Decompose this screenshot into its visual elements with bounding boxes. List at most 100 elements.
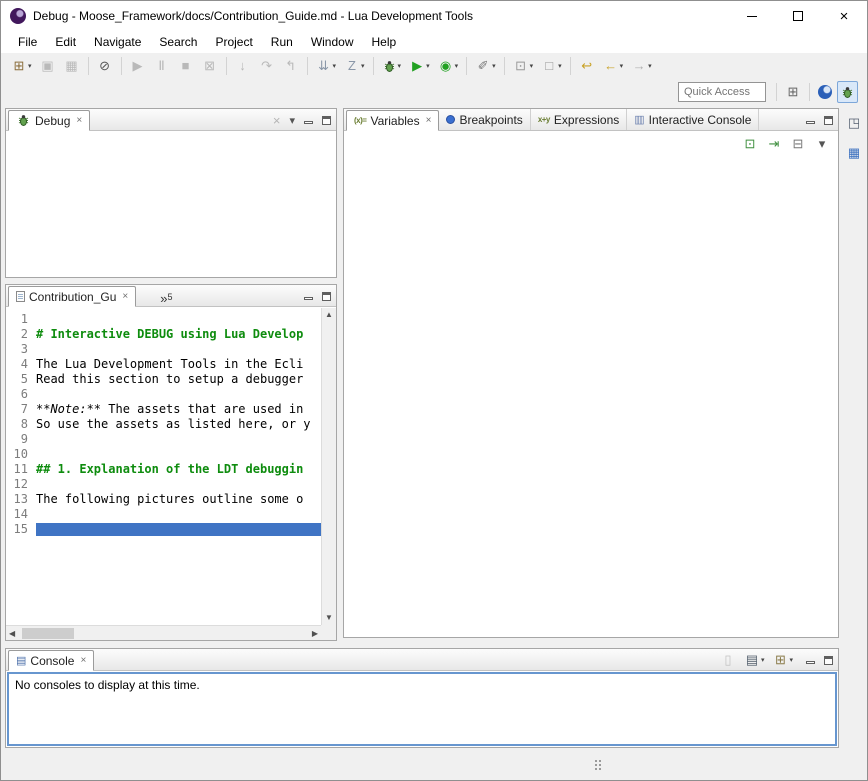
save-all-button[interactable]: ▦: [61, 55, 83, 77]
scroll-up-icon[interactable]: ▲: [325, 310, 333, 320]
tab-debug[interactable]: Debug ×: [8, 110, 90, 131]
show-type-names-button[interactable]: ⇥: [763, 133, 785, 155]
step-over-button[interactable]: ↷: [256, 55, 278, 77]
minimize-view-icon[interactable]: [806, 661, 815, 664]
maximize-view-icon[interactable]: [322, 116, 331, 125]
horizontal-scroll-thumb[interactable]: [22, 628, 74, 639]
editor-line[interactable]: 9: [6, 432, 321, 447]
minimize-window-button[interactable]: [729, 1, 775, 31]
maximize-view-icon[interactable]: [322, 292, 331, 301]
editor-line[interactable]: 12: [6, 477, 321, 492]
scroll-left-icon[interactable]: ◀: [9, 629, 15, 639]
menu-window[interactable]: Window: [302, 32, 363, 52]
editor-line[interactable]: 3: [6, 342, 321, 357]
editor-line[interactable]: 11## 1. Explanation of the LDT debuggin: [6, 462, 321, 477]
suspend-button[interactable]: Ⅱ: [151, 55, 173, 77]
hidden-editors-chevron[interactable]: » 5: [156, 285, 176, 306]
scroll-down-icon[interactable]: ▼: [325, 613, 333, 623]
back-button[interactable]: ←▾: [600, 55, 627, 77]
editor-text-area[interactable]: 12# Interactive DEBUG using Lua Develop3…: [6, 312, 321, 625]
step-into-button[interactable]: ↓: [232, 55, 254, 77]
new-console-button[interactable]: ⊞▾: [769, 649, 796, 671]
step-return-button[interactable]: ↰: [280, 55, 302, 77]
editor-line[interactable]: 1: [6, 312, 321, 327]
show-logical-structures-button[interactable]: ⊡: [739, 133, 761, 155]
new-button[interactable]: ⊞▾: [8, 55, 35, 77]
maximize-view-icon[interactable]: [824, 656, 833, 665]
last-edit-location-button[interactable]: ↩: [576, 55, 598, 77]
collapse-all-button[interactable]: ⊟: [787, 133, 809, 155]
open-element-button[interactable]: □▾: [538, 55, 565, 77]
debug-view-menu-button[interactable]: ▾: [289, 114, 295, 127]
minimize-view-icon[interactable]: [304, 297, 313, 300]
debug-button[interactable]: ▾: [379, 55, 405, 77]
minimize-view-icon[interactable]: [304, 121, 313, 124]
editor-content[interactable]: 12# Interactive DEBUG using Lua Develop3…: [6, 308, 336, 640]
console-content[interactable]: No consoles to display at this time.: [7, 672, 837, 746]
restore-view-icon: ◳: [846, 115, 862, 131]
minimize-view-icon[interactable]: [806, 121, 815, 124]
menu-edit[interactable]: Edit: [46, 32, 85, 52]
launch-history-button[interactable]: ⇊▾: [313, 55, 340, 77]
editor-line[interactable]: 6: [6, 387, 321, 402]
remove-all-terminated-button[interactable]: ×: [273, 113, 281, 128]
dropdown-caret-icon: ▾: [789, 656, 793, 664]
tab-editor-contribution-guide[interactable]: Contribution_Gu ×: [8, 286, 136, 307]
menu-search[interactable]: Search: [150, 32, 206, 52]
tab-close-icon[interactable]: ×: [76, 115, 82, 126]
new-wizard-button[interactable]: ⊡▾: [510, 55, 537, 77]
profile-button[interactable]: ◉▾: [435, 55, 462, 77]
editor-line[interactable]: 7**Note:** The assets that are used in: [6, 402, 321, 417]
display-console-button[interactable]: ▤▾: [741, 649, 768, 671]
maximize-window-button[interactable]: [775, 1, 821, 31]
menu-help[interactable]: Help: [363, 32, 406, 52]
tab-close-icon[interactable]: ×: [80, 655, 86, 666]
open-console-page-button[interactable]: ▯: [717, 649, 739, 671]
debug-view-content[interactable]: [6, 132, 336, 277]
tab-console[interactable]: ▤ Console ×: [8, 650, 94, 671]
resume-button[interactable]: ▶: [127, 55, 149, 77]
editor-line[interactable]: 5Read this section to setup a debugger: [6, 372, 321, 387]
tab-breakpoints[interactable]: Breakpoints: [439, 109, 530, 130]
editor-line[interactable]: 15: [6, 522, 321, 537]
lua-perspective-button[interactable]: [815, 81, 835, 103]
tab-close-icon[interactable]: ×: [122, 291, 128, 302]
editor-line[interactable]: 2# Interactive DEBUG using Lua Develop: [6, 327, 321, 342]
editor-line[interactable]: 14: [6, 507, 321, 522]
scroll-right-icon[interactable]: ▶: [312, 629, 318, 639]
outline-fast-view-button[interactable]: ▦: [843, 142, 865, 164]
run-button[interactable]: ▶▾: [406, 55, 433, 77]
editor-line[interactable]: 4The Lua Development Tools in the Ecli: [6, 357, 321, 372]
forward-button[interactable]: →▾: [628, 55, 655, 77]
statusbar-grip[interactable]: [591, 758, 601, 772]
use-step-filters-button[interactable]: Z▾: [341, 55, 368, 77]
terminate-button[interactable]: ■: [175, 55, 197, 77]
editor-line[interactable]: 8So use the assets as listed here, or y: [6, 417, 321, 432]
variables-content[interactable]: [344, 156, 838, 637]
editor-line[interactable]: 10: [6, 447, 321, 462]
maximize-view-icon[interactable]: [824, 116, 833, 125]
debug-perspective-button[interactable]: [837, 81, 858, 103]
view-menu-button[interactable]: ▾: [811, 133, 833, 155]
menu-navigate[interactable]: Navigate: [85, 32, 150, 52]
editor-horizontal-scrollbar[interactable]: ◀ ▶: [6, 625, 321, 640]
open-perspective-button[interactable]: ⊞: [782, 81, 804, 103]
tab-interactive-console[interactable]: ▥Interactive Console: [627, 109, 759, 130]
disconnect-button[interactable]: ⊠: [199, 55, 221, 77]
tab-variables[interactable]: (x)=Variables×: [346, 110, 439, 131]
tab-expressions[interactable]: x+yExpressions: [531, 109, 627, 130]
quick-access-input[interactable]: [678, 82, 766, 102]
editor-line[interactable]: 13The following pictures outline some o: [6, 492, 321, 507]
tab-close-icon[interactable]: ×: [426, 115, 432, 126]
external-tools-button[interactable]: ✐▾: [472, 55, 499, 77]
menu-project[interactable]: Project: [206, 32, 261, 52]
restore-view-button[interactable]: ◳: [843, 112, 865, 134]
menu-run[interactable]: Run: [262, 32, 302, 52]
open-console-page-icon: ▯: [720, 652, 736, 668]
skip-all-breakpoints-button[interactable]: ⊘: [94, 55, 116, 77]
menu-file[interactable]: File: [9, 32, 46, 52]
save-button[interactable]: ▣: [37, 55, 59, 77]
close-window-button[interactable]: ×: [821, 1, 867, 31]
editor-vertical-scrollbar[interactable]: ▲ ▼: [321, 308, 336, 625]
line-number: 1: [6, 312, 36, 327]
